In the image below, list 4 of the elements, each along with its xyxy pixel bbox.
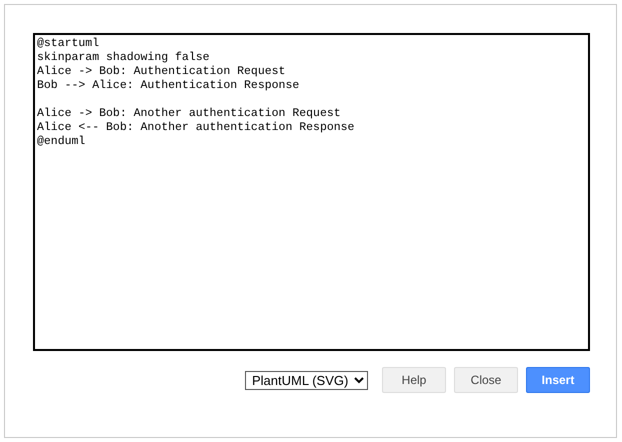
format-dropdown[interactable]: PlantUML (SVG) (245, 370, 368, 390)
code-editor[interactable]: @startuml skinparam shadowing false Alice -> Bob: Authentication Request Bob --> Alice: Authentication Response Alice -> Bob: Another authentication Request Alice <-- Bob: Another authentication Response @enduml (33, 33, 590, 351)
dialog-button[interactable]: Close (454, 367, 518, 393)
dialog-button[interactable]: Help (382, 367, 446, 393)
